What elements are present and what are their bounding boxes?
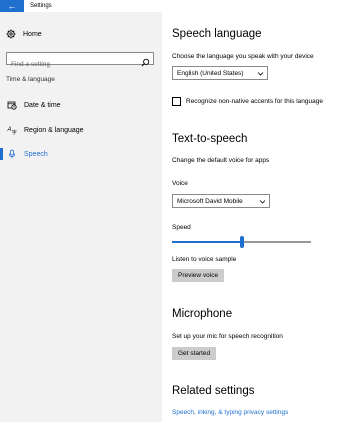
section-label: Time & language (6, 76, 55, 83)
slider-thumb[interactable] (240, 236, 244, 248)
microphone-icon (6, 148, 18, 160)
voice-sample-label: Listen to voice sample (172, 256, 237, 263)
related-settings-heading: Related settings (172, 385, 255, 397)
sidebar: Home Time & language Date & time A 字 (0, 12, 162, 422)
sidebar-item-label: Home (23, 30, 42, 38)
gear-icon (5, 28, 17, 40)
speed-label: Speed (172, 224, 191, 231)
sidebar-item-region-language[interactable]: A 字 Region & language (0, 123, 162, 137)
speed-slider[interactable] (172, 236, 311, 248)
search-input[interactable] (7, 59, 135, 70)
non-native-accents-checkbox[interactable] (172, 97, 181, 106)
checkbox-label: Recognize non-native accents for this la… (186, 98, 323, 105)
back-button[interactable]: ← (0, 0, 24, 12)
region-language-icon: A 字 (6, 124, 18, 136)
voice-label: Voice (172, 180, 188, 187)
sidebar-item-speech[interactable]: Speech (0, 147, 162, 161)
dropdown-value: Microsoft David Mobile (177, 197, 243, 205)
sidebar-item-home[interactable]: Home (5, 28, 42, 40)
tts-heading: Text-to-speech (172, 133, 248, 145)
speech-language-dropdown[interactable]: English (United States) (172, 66, 268, 80)
privacy-settings-link[interactable]: Speech, inking, & typing privacy setting… (172, 409, 288, 416)
dropdown-value: English (United States) (177, 69, 244, 77)
sidebar-item-label: Speech (24, 150, 48, 158)
slider-fill (172, 241, 242, 243)
svg-text:字: 字 (12, 129, 17, 135)
main-content: Speech language Choose the language you … (172, 12, 359, 422)
get-started-button[interactable]: Get started (172, 347, 217, 360)
search-box[interactable] (6, 52, 154, 70)
window-title: Settings (30, 3, 52, 9)
sidebar-item-label: Date & time (24, 101, 61, 109)
back-arrow-icon: ← (7, 1, 17, 11)
tts-description: Change the default voice for apps (172, 157, 270, 164)
speech-language-heading: Speech language (172, 28, 262, 40)
microphone-heading: Microphone (172, 308, 233, 320)
sidebar-item-date-time[interactable]: Date & time (0, 98, 162, 112)
chevron-down-icon (259, 198, 266, 205)
speech-language-description: Choose the language you speak with your … (172, 53, 314, 60)
search-icon[interactable] (141, 54, 150, 67)
date-time-icon (6, 99, 18, 111)
microphone-description: Set up your mic for speech recognition (172, 333, 283, 340)
chevron-down-icon (257, 70, 264, 77)
sidebar-item-label: Region & language (24, 126, 84, 134)
preview-voice-button[interactable]: Preview voice (172, 269, 225, 282)
title-bar: ← Settings (0, 0, 359, 12)
non-native-accents-option[interactable]: Recognize non-native accents for this la… (172, 97, 323, 106)
voice-dropdown[interactable]: Microsoft David Mobile (172, 194, 270, 208)
selected-indicator (0, 148, 3, 160)
